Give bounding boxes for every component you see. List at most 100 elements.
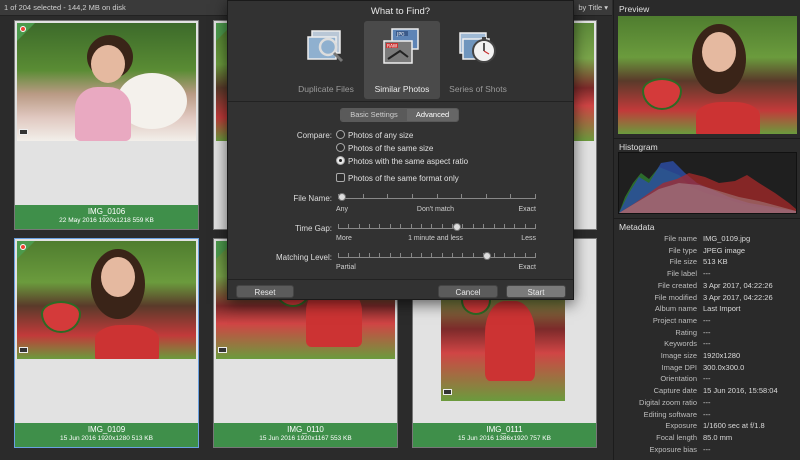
metadata-key: Image DPI — [661, 362, 697, 372]
radio-any-size[interactable]: Photos of any size — [336, 130, 413, 140]
camera-icon — [19, 347, 28, 353]
metadata-value: 1920x1280 — [703, 351, 741, 360]
mode-duplicate-files[interactable]: Duplicate Files — [288, 21, 364, 99]
similar-group-icon — [20, 26, 26, 32]
metadata-row: File type JPEG image — [614, 246, 800, 258]
slider-tick — [494, 224, 495, 228]
slider-knob[interactable] — [482, 252, 491, 260]
metadata-row: Editing software --- — [614, 410, 800, 422]
slider-tick — [486, 194, 487, 198]
slider-knob[interactable] — [452, 223, 461, 231]
metadata-row: Album name Last Import — [614, 304, 800, 316]
photo-thumbnail — [17, 23, 196, 141]
slider-tick — [494, 253, 495, 257]
slider-tick — [514, 253, 515, 257]
what-to-find-dialog: What to Find? Duplicate Files JPG RAW Si… — [227, 0, 574, 300]
slider-max-label: Exact — [518, 264, 536, 271]
slider-tick — [525, 224, 526, 228]
metadata-value: JPEG image — [703, 245, 746, 255]
metadata-row: File name IMG_0109.jpg — [614, 234, 800, 246]
slider-tick — [462, 224, 463, 228]
checkbox[interactable] — [336, 173, 345, 182]
metadata-row: Focal length 85.0 mm — [614, 433, 800, 445]
mode-label: Similar Photos — [374, 84, 430, 94]
slider-tick — [514, 224, 515, 228]
group-badge — [17, 23, 35, 41]
slider-mid-label: Don't match — [416, 206, 455, 213]
tab-basic-settings[interactable]: Basic Settings — [341, 109, 407, 121]
metadata-key: Exposure bias — [649, 444, 697, 454]
slider-min-label: Partial — [336, 264, 356, 271]
photo-meta: 15 Jun 2016 1920x1167 553 KB — [259, 435, 352, 442]
metadata-row: Exposure 1/1600 sec at f/1.8 — [614, 421, 800, 433]
metadata-row: Image DPI 300.0x300.0 — [614, 363, 800, 375]
slider-tick — [338, 224, 339, 228]
slider-tick — [535, 194, 536, 198]
metadata-value: 15 Jun 2016, 15:58:04 — [703, 386, 778, 396]
photo-caption: IMG_0111 15 Jun 2016 1386x1920 757 KB — [413, 423, 596, 447]
photo-meta: 15 Jun 2016 1386x1920 757 KB — [458, 435, 551, 442]
metadata-key: Capture date — [653, 386, 697, 396]
similar-group-icon — [20, 244, 26, 250]
divider — [228, 279, 573, 280]
same-format-checkbox[interactable]: Photos of the same format only — [336, 173, 459, 183]
slider-knob[interactable] — [338, 193, 346, 201]
slider-max-label: Less — [521, 235, 536, 242]
slider-tick — [442, 224, 443, 228]
metadata-key: File label — [666, 269, 697, 279]
photo-caption: IMG_0110 15 Jun 2016 1920x1167 553 KB — [214, 423, 397, 447]
slider-tick — [348, 224, 349, 228]
slider-tick — [504, 224, 505, 228]
metadata-row: Digital zoom ratio --- — [614, 398, 800, 410]
radio-button[interactable] — [336, 130, 345, 139]
metadata-key: File name — [664, 234, 697, 243]
mode-similar-photos[interactable]: JPG RAW Similar Photos — [364, 21, 440, 99]
photo-card[interactable]: IMG_0106 22 May 2016 1920x1218 559 KB — [14, 20, 199, 230]
metadata-value: --- — [703, 397, 711, 407]
slider-tick — [437, 194, 438, 198]
mode-series-of-shots[interactable]: Series of Shots — [440, 21, 516, 99]
radio-button[interactable] — [336, 143, 345, 152]
svg-text:RAW: RAW — [387, 44, 398, 50]
metadata-value: --- — [703, 444, 711, 454]
metadata-row: File modified 3 Apr 2017, 04:22:26 — [614, 293, 800, 305]
metadata-row: File created 3 Apr 2017, 04:22:26 — [614, 281, 800, 293]
compare-label: Compare: — [296, 131, 332, 140]
start-button[interactable]: Start — [506, 285, 566, 298]
metadata-value: --- — [703, 327, 711, 337]
slider-track — [338, 198, 536, 199]
metadata-key: Album name — [654, 304, 697, 314]
photo-thumbnail — [17, 241, 196, 359]
slider-tick — [412, 194, 413, 198]
checkbox-label: Photos of the same format only — [348, 174, 459, 183]
radio-same-aspect-ratio[interactable]: Photos with the same aspect ratio — [336, 156, 468, 166]
photo-name: IMG_0106 — [87, 207, 126, 216]
settings-tabs: Basic Settings Advanced — [340, 108, 459, 122]
slider-tick — [535, 224, 536, 228]
metadata-row: File size 513 KB — [614, 257, 800, 269]
metadata-value: --- — [703, 315, 711, 325]
file-name-slider[interactable] — [338, 193, 536, 205]
slider-tick — [369, 253, 370, 257]
photo-card-selected[interactable]: IMG_0109 15 Jun 2016 1920x1280 513 KB — [14, 238, 199, 448]
reset-button[interactable]: Reset — [236, 285, 294, 298]
preview-image — [618, 16, 797, 134]
metadata-value: 85.0 mm — [703, 432, 733, 442]
radio-same-size[interactable]: Photos of the same size — [336, 143, 433, 153]
radio-button-selected[interactable] — [336, 156, 345, 165]
cancel-button[interactable]: Cancel — [438, 285, 498, 298]
radio-label: Photos with the same aspect ratio — [348, 157, 469, 166]
photo-caption: IMG_0109 15 Jun 2016 1920x1280 513 KB — [15, 423, 198, 447]
slider-tick — [473, 224, 474, 228]
sort-menu[interactable]: by Title ▾ — [578, 3, 608, 12]
metadata-row: Rating --- — [614, 328, 800, 340]
camera-icon — [218, 347, 227, 353]
metadata-row: Capture date 15 Jun 2016, 15:58:04 — [614, 386, 800, 398]
metadata-row: File label --- — [614, 269, 800, 281]
svg-text:JPG: JPG — [396, 32, 405, 38]
time-gap-slider[interactable] — [338, 223, 536, 235]
tab-advanced[interactable]: Advanced — [407, 109, 458, 121]
matching-level-slider[interactable] — [338, 252, 536, 264]
jpg-raw-photos-icon: JPG RAW — [383, 28, 419, 64]
slider-tick — [535, 253, 536, 257]
